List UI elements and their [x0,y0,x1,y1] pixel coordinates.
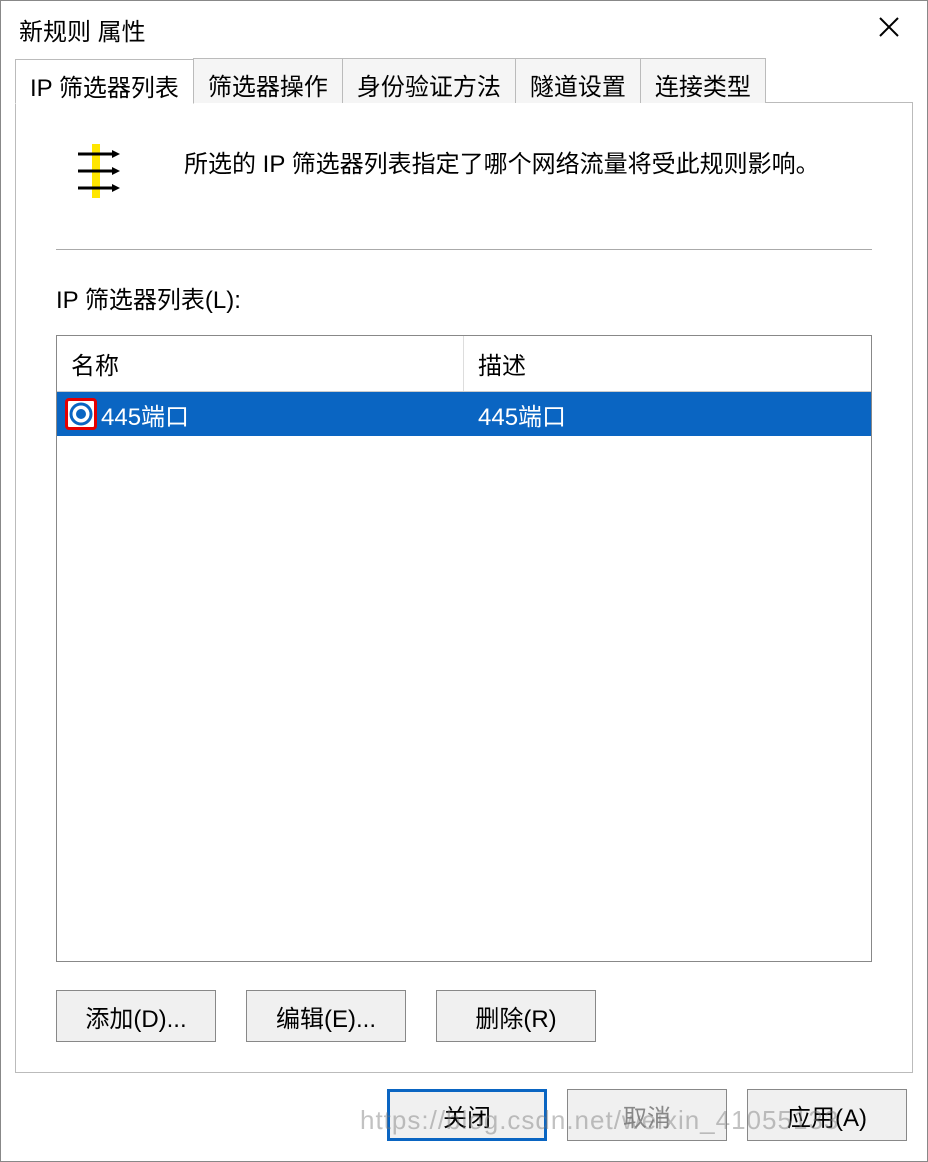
divider [56,249,872,250]
apply-button[interactable]: 应用(A) [747,1089,907,1141]
radio-selected-icon[interactable] [69,402,93,426]
list-header: 名称 描述 [57,336,871,392]
cancel-button[interactable]: 取消 [567,1089,727,1141]
tab-tunnel-settings[interactable]: 隧道设置 [515,58,641,103]
titlebar: 新规则 属性 [1,1,927,57]
tab-ip-filter-list[interactable]: IP 筛选器列表 [15,59,194,104]
close-dialog-button[interactable]: 关闭 [387,1089,547,1141]
column-header-desc[interactable]: 描述 [464,336,871,391]
dialog-title: 新规则 属性 [19,12,146,47]
tab-connection-type[interactable]: 连接类型 [640,58,766,103]
dialog-button-row: 关闭 取消 应用(A) [1,1073,927,1161]
column-header-name[interactable]: 名称 [57,336,464,391]
info-row: 所选的 IP 筛选器列表指定了哪个网络流量将受此规则影响。 [56,143,872,199]
tab-strip: IP 筛选器列表 筛选器操作 身份验证方法 隧道设置 连接类型 [15,58,913,103]
panel-description: 所选的 IP 筛选器列表指定了哪个网络流量将受此规则影响。 [184,143,820,183]
list-cell-name: 445端口 [57,391,464,438]
list-cell-desc: 445端口 [464,391,871,438]
ip-filter-list[interactable]: 名称 描述 445端口 [56,335,872,962]
tab-panel-ip-filter: 所选的 IP 筛选器列表指定了哪个网络流量将受此规则影响。 IP 筛选器列表(L… [15,102,913,1073]
filter-icon [76,143,124,199]
edit-button[interactable]: 编辑(E)... [246,990,406,1042]
list-buttons: 添加(D)... 编辑(E)... 删除(R) [56,990,872,1042]
row-name-text: 445端口 [101,397,189,432]
list-row[interactable]: 445端口 445端口 [57,392,871,436]
tab-auth-method[interactable]: 身份验证方法 [342,58,516,103]
add-button[interactable]: 添加(D)... [56,990,216,1042]
remove-button[interactable]: 删除(R) [436,990,596,1042]
properties-dialog: 新规则 属性 IP 筛选器列表 筛选器操作 身份验证方法 隧道设置 连接类型 [0,0,928,1162]
close-icon [878,14,900,45]
close-button[interactable] [869,9,909,49]
radio-highlight [65,398,97,430]
list-label: IP 筛选器列表(L): [56,280,872,315]
tab-filter-action[interactable]: 筛选器操作 [193,58,343,103]
